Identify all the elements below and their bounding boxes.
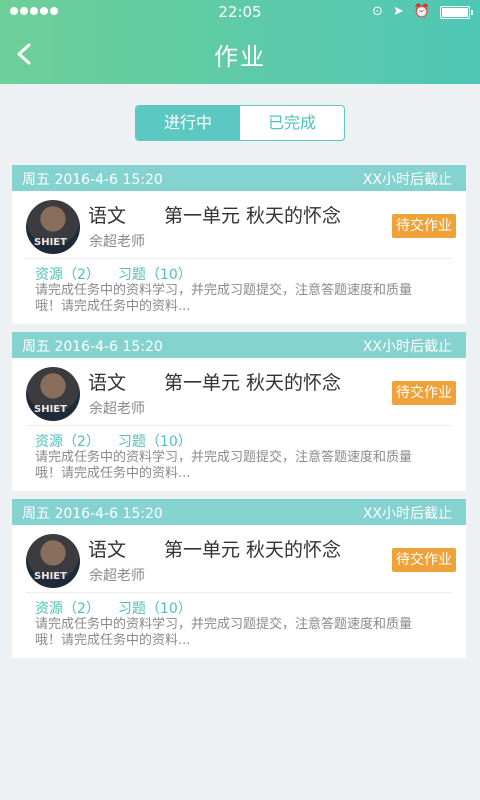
subject-name: 语文 [88,205,127,227]
chevron-left-icon [17,43,31,65]
card-header: 周五 2016-4-6 15:20 XX小时后截止 [12,499,466,525]
navigation-bar: 作业 [0,24,480,84]
status-badge[interactable]: 待交作业 [392,214,456,238]
back-button[interactable] [10,34,50,74]
deadline-text: XX小时后截止 [362,172,452,188]
assignment-title: 第一单元 秋天的怀念 [164,205,342,227]
teacher-avatar [26,200,80,254]
deadline-text: XX小时后截止 [362,506,452,522]
teacher-name: 余超老师 [89,568,145,584]
assignment-description: 请完成任务中的资料学习，并完成习题提交，注意答题速度和质量哦！请完成任务中的资料… [35,283,413,314]
assignment-date: 周五 2016-4-6 15:20 [22,339,163,355]
teacher-name: 余超老师 [89,401,145,417]
teacher-avatar [26,534,80,588]
exercises-link[interactable]: 习题（10） [118,267,192,283]
assignment-description: 请完成任务中的资料学习，并完成习题提交，注意答题速度和质量哦！请完成任务中的资料… [35,450,413,481]
divider [26,425,452,426]
status-segmented-control: 进行中 已完成 [135,105,345,141]
deadline-text: XX小时后截止 [362,339,452,355]
status-badge[interactable]: 待交作业 [392,381,456,405]
tab-in-progress[interactable]: 进行中 [136,106,240,140]
page-title: 作业 [214,43,266,71]
teacher-avatar [26,367,80,421]
divider [26,258,452,259]
rotation-lock-icon: ⊙ [372,4,383,19]
assignment-title: 第一单元 秋天的怀念 [164,539,342,561]
assignment-date: 周五 2016-4-6 15:20 [22,172,163,188]
location-arrow-icon: ➤ [392,4,404,19]
top-bar: 22:05 ⊙ ➤ ⏰ 作业 [0,0,480,84]
status-bar: 22:05 ⊙ ➤ ⏰ [0,0,480,24]
assignment-card[interactable]: 周五 2016-4-6 15:20 XX小时后截止 语文 第一单元 秋天的怀念 … [12,499,466,658]
subject-name: 语文 [88,539,127,561]
exercises-link[interactable]: 习题（10） [118,434,192,450]
resources-link[interactable]: 资源（2） [35,601,100,617]
exercises-link[interactable]: 习题（10） [118,601,192,617]
battery-icon [440,5,473,19]
status-badge[interactable]: 待交作业 [392,548,456,572]
alarm-icon: ⏰ [413,4,430,19]
resources-link[interactable]: 资源（2） [35,434,100,450]
assignment-title: 第一单元 秋天的怀念 [164,372,342,394]
tab-completed[interactable]: 已完成 [240,106,344,140]
subject-name: 语文 [88,372,127,394]
teacher-name: 余超老师 [89,234,145,250]
card-header: 周五 2016-4-6 15:20 XX小时后截止 [12,165,466,191]
divider [26,592,452,593]
assignment-description: 请完成任务中的资料学习，并完成习题提交，注意答题速度和质量哦！请完成任务中的资料… [35,617,413,648]
assignment-card[interactable]: 周五 2016-4-6 15:20 XX小时后截止 语文 第一单元 秋天的怀念 … [12,165,466,324]
resources-link[interactable]: 资源（2） [35,267,100,283]
assignment-date: 周五 2016-4-6 15:20 [22,506,163,522]
card-header: 周五 2016-4-6 15:20 XX小时后截止 [12,332,466,358]
assignment-card[interactable]: 周五 2016-4-6 15:20 XX小时后截止 语文 第一单元 秋天的怀念 … [12,332,466,491]
